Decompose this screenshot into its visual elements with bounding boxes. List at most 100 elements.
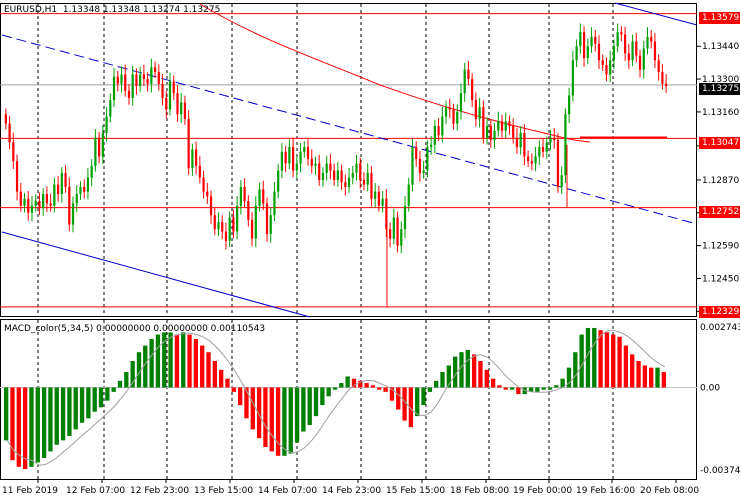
candle-body-173: [650, 36, 653, 42]
candle-body-73: [277, 170, 280, 192]
macd-header: MACD_color(5,34,5) 0.00000000 0.00000000…: [4, 324, 265, 334]
macd-bar-7: [48, 387, 53, 452]
macd-bar-68: [434, 380, 439, 388]
candle-body-137: [515, 137, 519, 148]
macd-bar-84: [535, 387, 540, 392]
candle-body-136: [512, 125, 515, 138]
macd-bar-0: [4, 387, 9, 441]
candle-body-128: [482, 107, 485, 138]
macd-bar-9: [60, 387, 66, 441]
candle-body-130: [489, 125, 492, 141]
candle-body-80: [303, 147, 306, 152]
macd-values: 0.00000000 0.00000000 0.00110543: [96, 324, 266, 334]
candle-body-39: [150, 67, 153, 84]
candle-body-14: [56, 184, 60, 195]
candle-body-83: [314, 163, 317, 166]
macd-bar-53: [339, 383, 344, 388]
candle-body-43: [165, 97, 168, 110]
macd-bar-31: [200, 345, 205, 388]
candle-body-55: [209, 196, 213, 216]
candle-body-161: [605, 64, 608, 75]
candle-body-13: [53, 184, 56, 206]
candle-body-28: [109, 100, 112, 117]
candle-body-25: [98, 137, 101, 157]
macd-bar-3: [22, 387, 28, 470]
macd-bar-74: [471, 354, 477, 388]
candle-body-171: [642, 48, 645, 70]
candle-body-64: [243, 186, 246, 202]
candle-body-58: [221, 222, 224, 232]
candle-body-94: [355, 163, 358, 173]
macd-bar-18: [117, 380, 123, 388]
candle-body-145: [545, 142, 548, 152]
candle-body-63: [239, 186, 242, 206]
candle-body-115: [433, 125, 436, 145]
candle-body-26: [101, 133, 104, 157]
macd-bar-101: [642, 365, 648, 388]
candle-body-88: [333, 170, 336, 180]
current-price-label: 1.13275: [699, 83, 740, 95]
candle-body-77: [291, 147, 295, 171]
candle-body-35: [135, 74, 138, 87]
level-label-bottom: 1.12329: [699, 306, 740, 318]
candle-body-138: [519, 133, 522, 148]
candle-body-98: [370, 172, 373, 199]
macd-bar-104: [661, 372, 666, 388]
time-label-9: 19 Feb 16:00: [576, 486, 635, 496]
candle-body-172: [646, 36, 649, 49]
candle-body-127: [478, 107, 481, 119]
candle-body-124: [467, 69, 470, 80]
candle-body-53: [202, 177, 205, 192]
candle-body-42: [161, 83, 164, 98]
candle-body-23: [90, 165, 93, 178]
candle-body-72: [273, 191, 276, 216]
candle-body-92: [347, 177, 351, 187]
macd-bar-35: [225, 378, 230, 388]
macd-bar-66: [421, 387, 426, 406]
candle-body-82: [310, 158, 313, 166]
candle-body-37: [142, 74, 146, 80]
macd-bar-24: [155, 334, 161, 388]
macd-bar-65: [415, 387, 420, 417]
macd-bar-50: [320, 387, 325, 406]
time-label-2: 12 Feb 23:00: [130, 486, 189, 496]
candle-body-54: [206, 191, 209, 197]
candle-body-116: [437, 125, 440, 136]
macd-bar-37: [237, 387, 243, 406]
macd-bar-57: [364, 383, 369, 388]
level-label-low: 1.12752: [699, 206, 740, 218]
candle-body-111: [418, 158, 422, 173]
candle-body-16: [64, 172, 67, 187]
candle-body-156: [586, 46, 589, 58]
macd-bar-79: [503, 387, 508, 390]
candle-body-0: [4, 114, 7, 124]
macd-bar-34: [219, 369, 224, 388]
candle-body-10: [42, 194, 45, 209]
candle-body-155: [582, 32, 586, 58]
candle-body-118: [444, 107, 448, 117]
candle-body-86: [325, 163, 328, 173]
macd-bar-27: [174, 334, 180, 388]
candle-body-123: [463, 69, 466, 94]
macd-bar-46: [294, 387, 300, 443]
candle-body-105: [396, 217, 399, 246]
candle-body-90: [340, 170, 343, 183]
candle-body-65: [247, 201, 250, 220]
macd-bar-44: [282, 387, 287, 456]
candle-body-132: [497, 121, 500, 131]
price-tick-label-6: 1.12590: [702, 242, 739, 252]
candle-body-140: [526, 156, 530, 162]
candle-body-131: [493, 130, 496, 141]
macd-bar-77: [490, 378, 496, 388]
macd-bar-49: [313, 387, 319, 417]
candle-body-36: [139, 74, 142, 87]
macd-bar-33: [212, 361, 218, 388]
candle-body-89: [336, 170, 339, 180]
candle-body-56: [213, 215, 216, 230]
macd-tick-label-1: 0.00: [700, 383, 720, 393]
candle-body-108: [407, 184, 410, 206]
candle-body-151: [568, 95, 571, 115]
candle-body-52: [198, 165, 201, 178]
macd-bar-6: [41, 387, 47, 459]
candle-body-19: [75, 194, 78, 204]
